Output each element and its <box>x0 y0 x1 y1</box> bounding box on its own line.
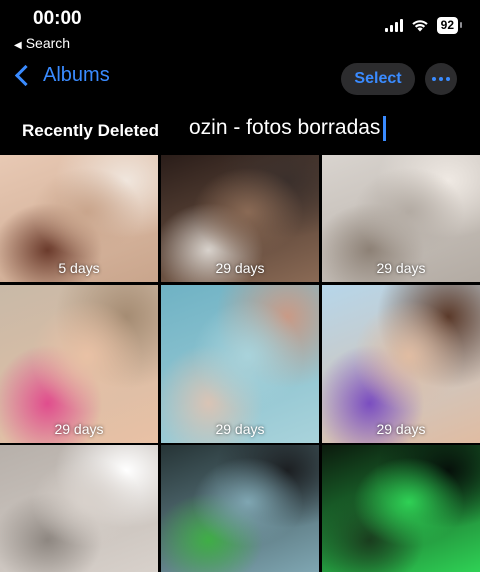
photo-thumbnail[interactable]: 29 days <box>0 285 158 443</box>
chevron-left-icon <box>14 64 37 87</box>
days-remaining-label: 29 days <box>215 421 265 437</box>
days-remaining-label: 29 days <box>54 421 104 437</box>
albums-back-label: Albums <box>43 64 110 86</box>
navigation-bar: Albums Select <box>0 60 480 100</box>
days-remaining-label: 29 days <box>215 260 265 276</box>
text-cursor <box>383 116 387 141</box>
albums-back-button[interactable]: Albums <box>12 64 110 87</box>
photo-thumbnail[interactable]: 5 days <box>0 155 158 282</box>
photo-thumbnail[interactable]: 29 days <box>161 285 319 443</box>
back-to-app-link[interactable]: ◀ Search <box>14 35 70 51</box>
days-remaining-label: 29 days <box>376 260 426 276</box>
status-indicators: 92 <box>384 17 463 34</box>
cellular-signal-icon <box>384 19 403 32</box>
photo-thumbnail[interactable] <box>161 445 319 572</box>
clock: 00:00 <box>33 8 82 29</box>
days-remaining-label: 5 days <box>58 260 100 276</box>
ellipsis-icon <box>432 77 436 81</box>
photo-thumbnail[interactable] <box>322 445 480 572</box>
caption-overlay: ozin - fotos borradas <box>189 116 387 141</box>
wifi-icon <box>411 20 428 32</box>
select-button[interactable]: Select <box>341 63 415 95</box>
photo-thumbnail[interactable] <box>0 445 158 572</box>
caption-text: ozin - fotos borradas <box>189 116 381 140</box>
status-bar: 00:00 ◀ Search 92 <box>0 0 480 56</box>
back-app-label: Search <box>25 35 71 51</box>
page-title: Recently Deleted <box>22 121 159 140</box>
battery-indicator: 92 <box>436 17 463 34</box>
back-triangle-icon: ◀ <box>14 40 22 51</box>
days-remaining-label: 29 days <box>376 421 426 437</box>
photo-thumbnail[interactable]: 29 days <box>322 285 480 443</box>
photo-thumbnail[interactable]: 29 days <box>161 155 319 282</box>
photo-thumbnail[interactable]: 29 days <box>322 155 480 282</box>
more-options-button[interactable] <box>425 63 457 95</box>
